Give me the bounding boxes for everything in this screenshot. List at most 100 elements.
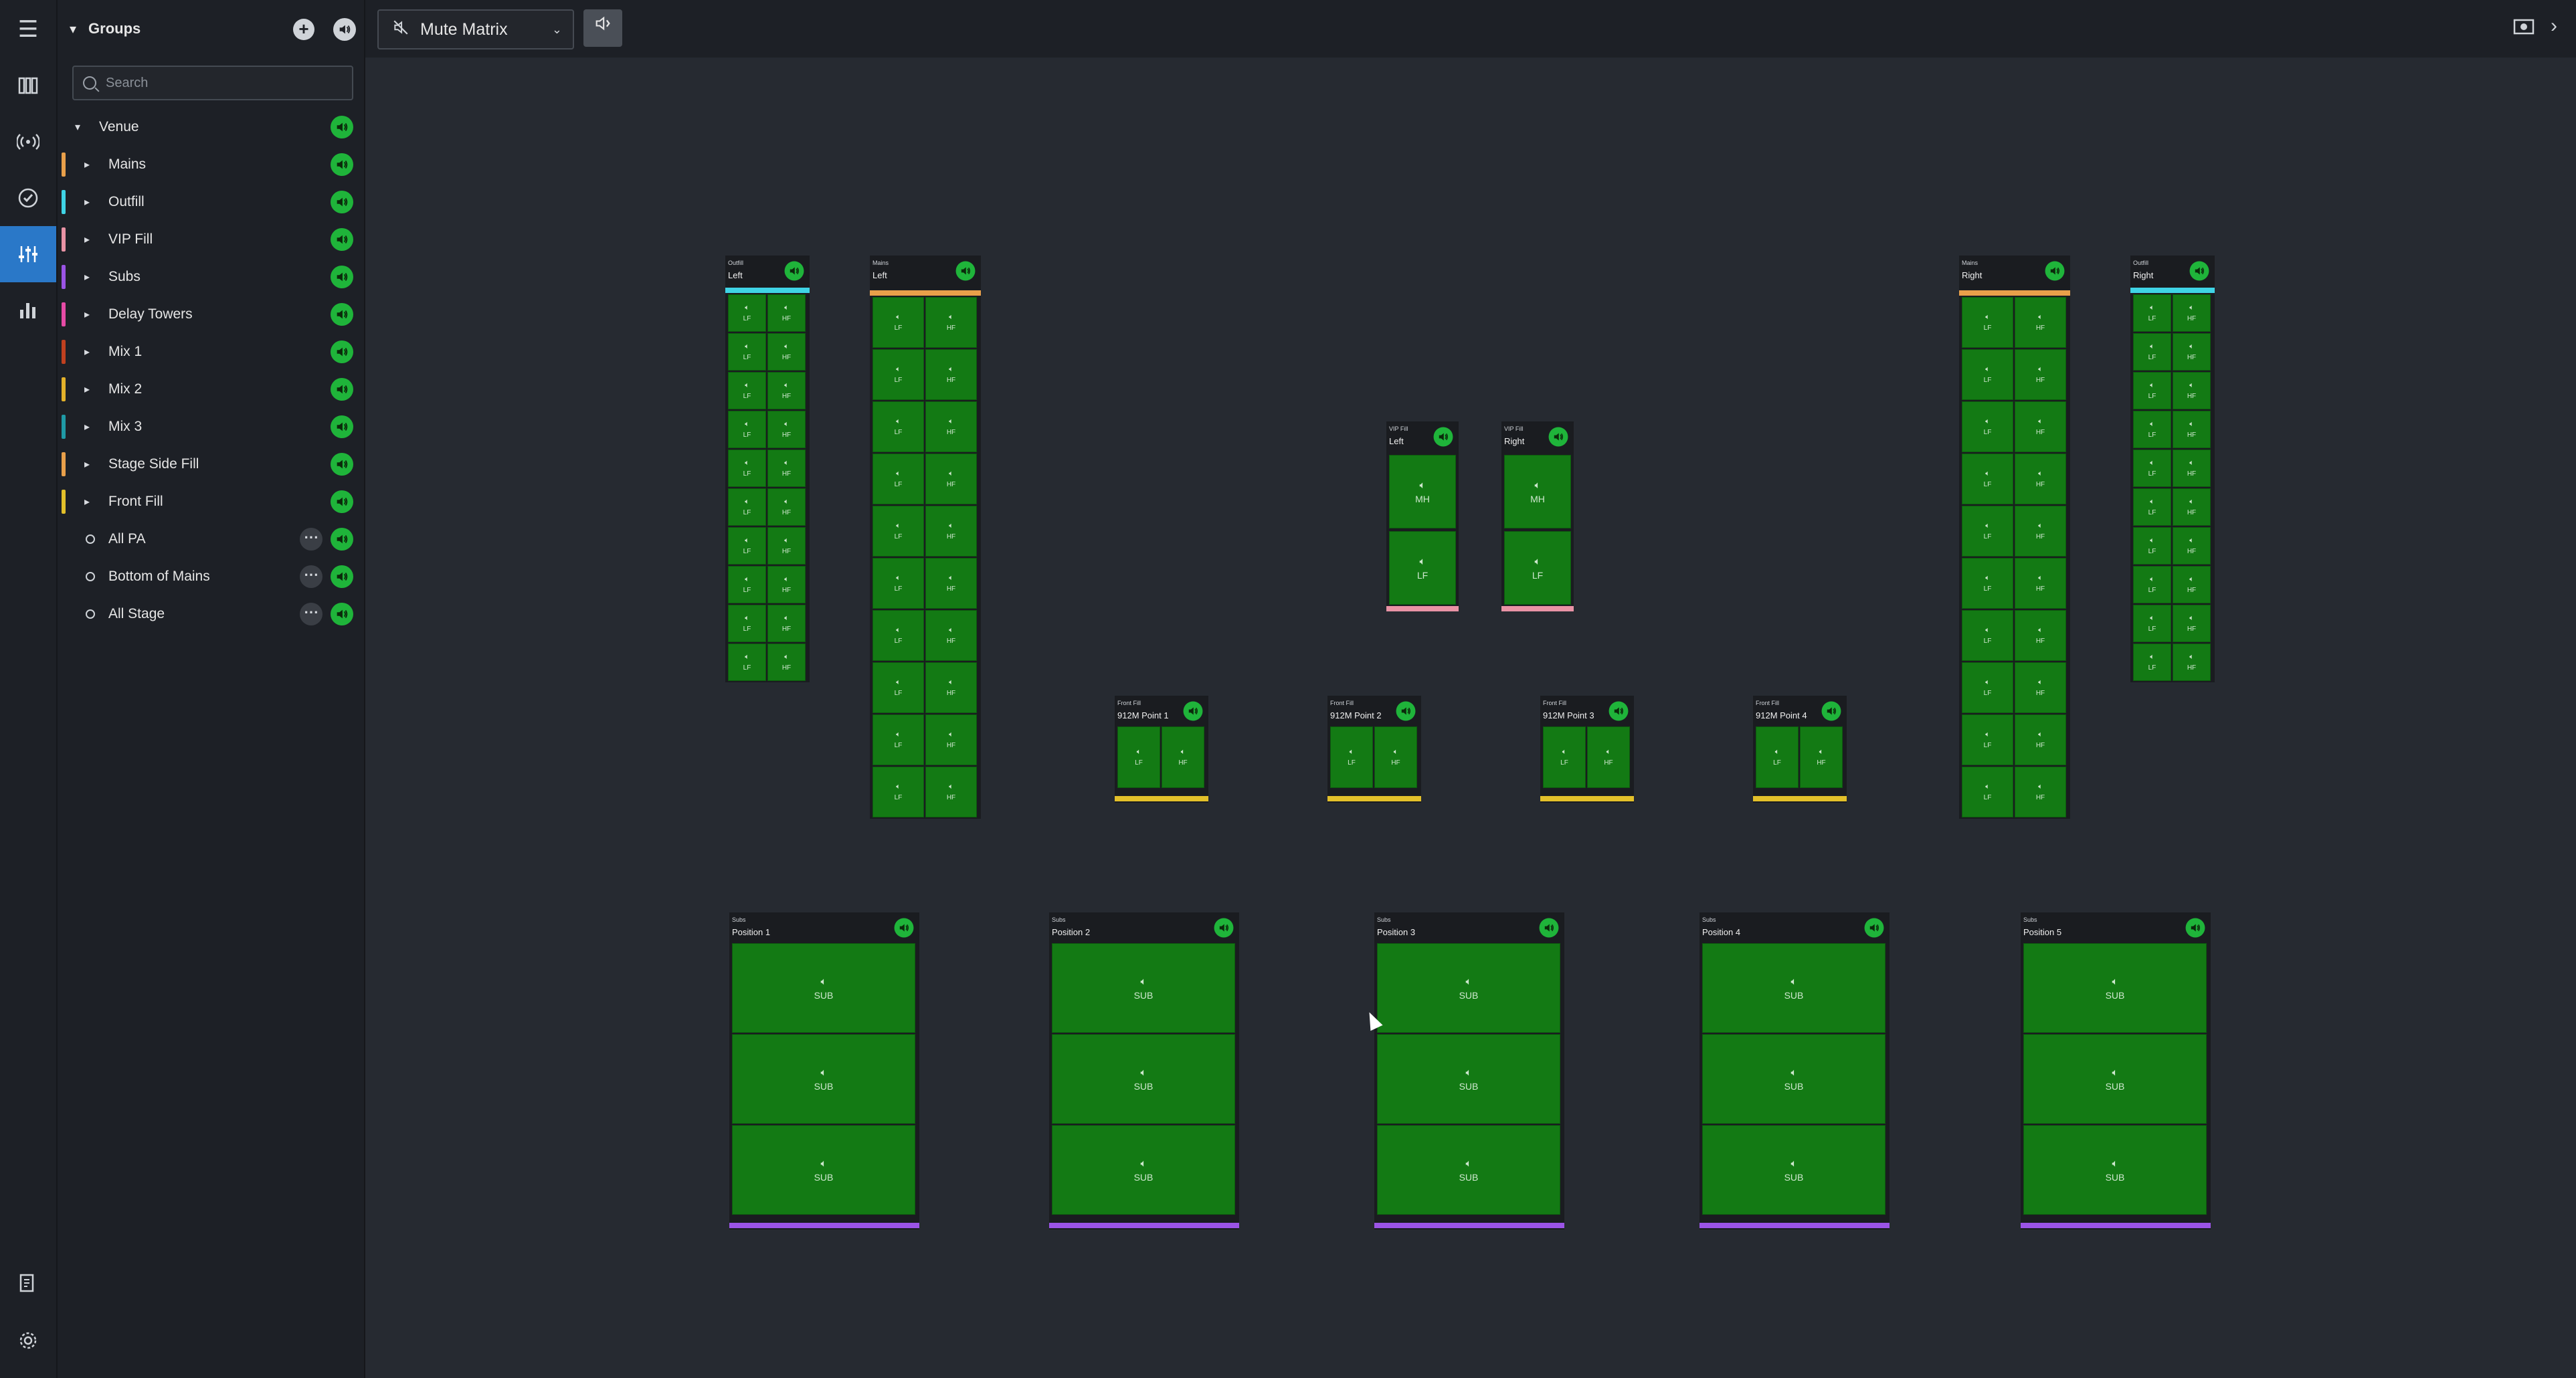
speaker-cell[interactable]: 🔈︎ SUB (1052, 943, 1235, 1033)
speaker-mute-button[interactable] (331, 228, 353, 251)
add-group-button[interactable]: + (293, 19, 314, 40)
speaker-cell[interactable]: 🔈︎ LF (1543, 726, 1586, 788)
expand-caret-icon[interactable]: ▸ (84, 495, 90, 508)
menu-icon[interactable]: ☰ (0, 1, 56, 58)
block-mute-button[interactable] (1821, 701, 1841, 721)
speaker-cell[interactable]: 🔈︎ LF (1962, 767, 2013, 817)
tree-item[interactable]: ▾ Venue (58, 108, 364, 146)
expand-caret-icon[interactable]: ▸ (84, 270, 90, 284)
expand-caret-icon[interactable]: ▸ (84, 233, 90, 246)
speaker-cell[interactable]: 🔈︎ HF (1587, 726, 1630, 788)
speaker-cell[interactable]: 🔈︎ HF (2015, 714, 2066, 765)
expand-caret-icon[interactable]: ▸ (84, 458, 90, 471)
speaker-cell[interactable]: 🔈︎ HF (925, 297, 977, 348)
block-mute-button[interactable] (1214, 918, 1234, 938)
tree-item[interactable]: ▸ Mix 2 (58, 371, 364, 408)
settings-icon[interactable] (0, 1312, 56, 1369)
tree-item[interactable]: ▸ Mix 3 (58, 408, 364, 446)
block-mute-button[interactable] (1608, 701, 1629, 721)
speaker-cell[interactable]: 🔈︎ HF (1800, 726, 1843, 788)
speaker-mute-button[interactable] (331, 565, 353, 588)
speaker-cell[interactable]: 🔈︎ LF (1962, 506, 2013, 557)
mode-select[interactable]: Mute Matrix ⌄ (377, 9, 574, 50)
speaker-cell[interactable]: 🔈︎ LF (728, 294, 766, 332)
speaker-cell[interactable]: 🔈︎ LF (2133, 411, 2171, 448)
speaker-cell[interactable]: 🔈︎ HF (2173, 372, 2211, 409)
speaker-cell[interactable]: 🔈︎ HF (767, 333, 806, 371)
speaker-cell[interactable]: 🔈︎ HF (925, 610, 977, 661)
speaker-cell[interactable]: 🔈︎ LF (1962, 662, 2013, 713)
speaker-cell[interactable]: 🔈︎ HF (2015, 558, 2066, 609)
speaker-mute-button[interactable] (331, 116, 353, 138)
speaker-cell[interactable]: 🔈︎ SUB (1702, 1034, 1885, 1124)
group-mute-all-button[interactable] (333, 18, 356, 41)
block-mute-button[interactable] (1864, 918, 1884, 938)
speaker-cell[interactable]: 🔈︎ HF (925, 506, 977, 557)
speaker-cell[interactable]: 🔈︎ LF (2133, 527, 2171, 565)
speaker-cell[interactable]: 🔈︎ HF (767, 294, 806, 332)
speaker-cell[interactable]: 🔈︎ HF (925, 401, 977, 452)
speaker-cell[interactable]: 🔈︎ LF (1962, 558, 2013, 609)
speaker-cell[interactable]: 🔈︎ LF (2133, 488, 2171, 526)
solo-button[interactable] (583, 9, 622, 47)
speaker-cell[interactable]: 🔈︎ SUB (732, 1125, 915, 1215)
speaker-cell[interactable]: 🔈︎ LF (872, 610, 924, 661)
speaker-cell[interactable]: 🔈︎ LF (2133, 644, 2171, 681)
speaker-mute-button[interactable] (331, 603, 353, 625)
speaker-cell[interactable]: 🔈︎ LF (728, 488, 766, 526)
expand-caret-icon[interactable]: ▸ (84, 420, 90, 433)
speaker-cell[interactable]: 🔈︎ LF (872, 506, 924, 557)
block-mute-button[interactable] (784, 261, 804, 281)
speaker-cell[interactable]: 🔈︎ LF (1504, 531, 1571, 605)
speaker-cell[interactable]: 🔈︎ LF (1962, 454, 2013, 504)
speaker-cell[interactable]: 🔈︎ HF (2173, 294, 2211, 332)
speaker-cell[interactable]: 🔈︎ LF (2133, 333, 2171, 371)
speaker-cell[interactable]: 🔈︎ LF (872, 767, 924, 817)
speaker-mute-button[interactable] (331, 528, 353, 551)
speaker-cell[interactable]: 🔈︎ LF (728, 605, 766, 642)
speaker-cell[interactable]: 🔈︎ HF (2015, 349, 2066, 400)
expand-caret-icon[interactable]: ▸ (84, 383, 90, 396)
block-mute-button[interactable] (1183, 701, 1203, 721)
tree-item[interactable]: ▸ Outfill (58, 183, 364, 221)
speaker-cell[interactable]: 🔈︎ SUB (732, 943, 915, 1033)
block-mute-button[interactable] (2185, 918, 2205, 938)
speaker-cell[interactable]: 🔈︎ HF (2173, 566, 2211, 603)
speaker-mute-button[interactable] (331, 153, 353, 176)
block-mute-button[interactable] (1396, 701, 1416, 721)
speaker-cell[interactable]: 🔈︎ LF (1756, 726, 1799, 788)
speaker-cell[interactable]: 🔈︎ HF (767, 566, 806, 603)
tree-item[interactable]: Bottom of Mains ⋯ (58, 558, 364, 595)
speaker-cell[interactable]: 🔈︎ LF (728, 527, 766, 565)
speaker-cell[interactable]: 🔈︎ LF (2133, 450, 2171, 487)
speaker-cell[interactable]: 🔈︎ LF (1330, 726, 1373, 788)
speaker-cell[interactable]: 🔈︎ LF (728, 333, 766, 371)
speaker-cell[interactable]: 🔈︎ HF (767, 450, 806, 487)
speaker-cell[interactable]: 🔈︎ HF (2173, 411, 2211, 448)
collapse-caret-icon[interactable]: ▾ (70, 21, 76, 37)
expand-caret-icon[interactable]: ▸ (84, 308, 90, 321)
speaker-cell[interactable]: 🔈︎ LF (872, 558, 924, 609)
speaker-cell[interactable]: 🔈︎ HF (2015, 662, 2066, 713)
check-icon[interactable] (0, 170, 56, 226)
speaker-cell[interactable]: 🔈︎ HF (925, 558, 977, 609)
speaker-cell[interactable]: 🔈︎ HF (2173, 605, 2211, 642)
speaker-cell[interactable]: 🔈︎ SUB (2023, 1034, 2207, 1124)
speaker-cell[interactable]: 🔈︎ HF (767, 372, 806, 409)
notes-icon[interactable] (0, 1255, 56, 1311)
search-field[interactable] (72, 66, 353, 100)
block-mute-button[interactable] (955, 261, 976, 281)
speaker-cell[interactable]: 🔈︎ LF (728, 644, 766, 681)
speaker-mute-button[interactable] (331, 453, 353, 476)
speaker-cell[interactable]: 🔈︎ SUB (1377, 1125, 1560, 1215)
speaker-mute-button[interactable] (331, 415, 353, 438)
network-icon[interactable] (0, 114, 56, 170)
speaker-cell[interactable]: 🔈︎ HF (2173, 450, 2211, 487)
speaker-cell[interactable]: 🔈︎ HF (767, 605, 806, 642)
tree-item[interactable]: ▸ VIP Fill (58, 221, 364, 258)
tree-item[interactable]: ▸ Mix 1 (58, 333, 364, 371)
speaker-cell[interactable]: 🔈︎ HF (2015, 506, 2066, 557)
speaker-cell[interactable]: 🔈︎ SUB (732, 1034, 915, 1124)
speaker-mute-button[interactable] (331, 490, 353, 513)
speaker-cell[interactable]: 🔈︎ MH (1504, 455, 1571, 528)
